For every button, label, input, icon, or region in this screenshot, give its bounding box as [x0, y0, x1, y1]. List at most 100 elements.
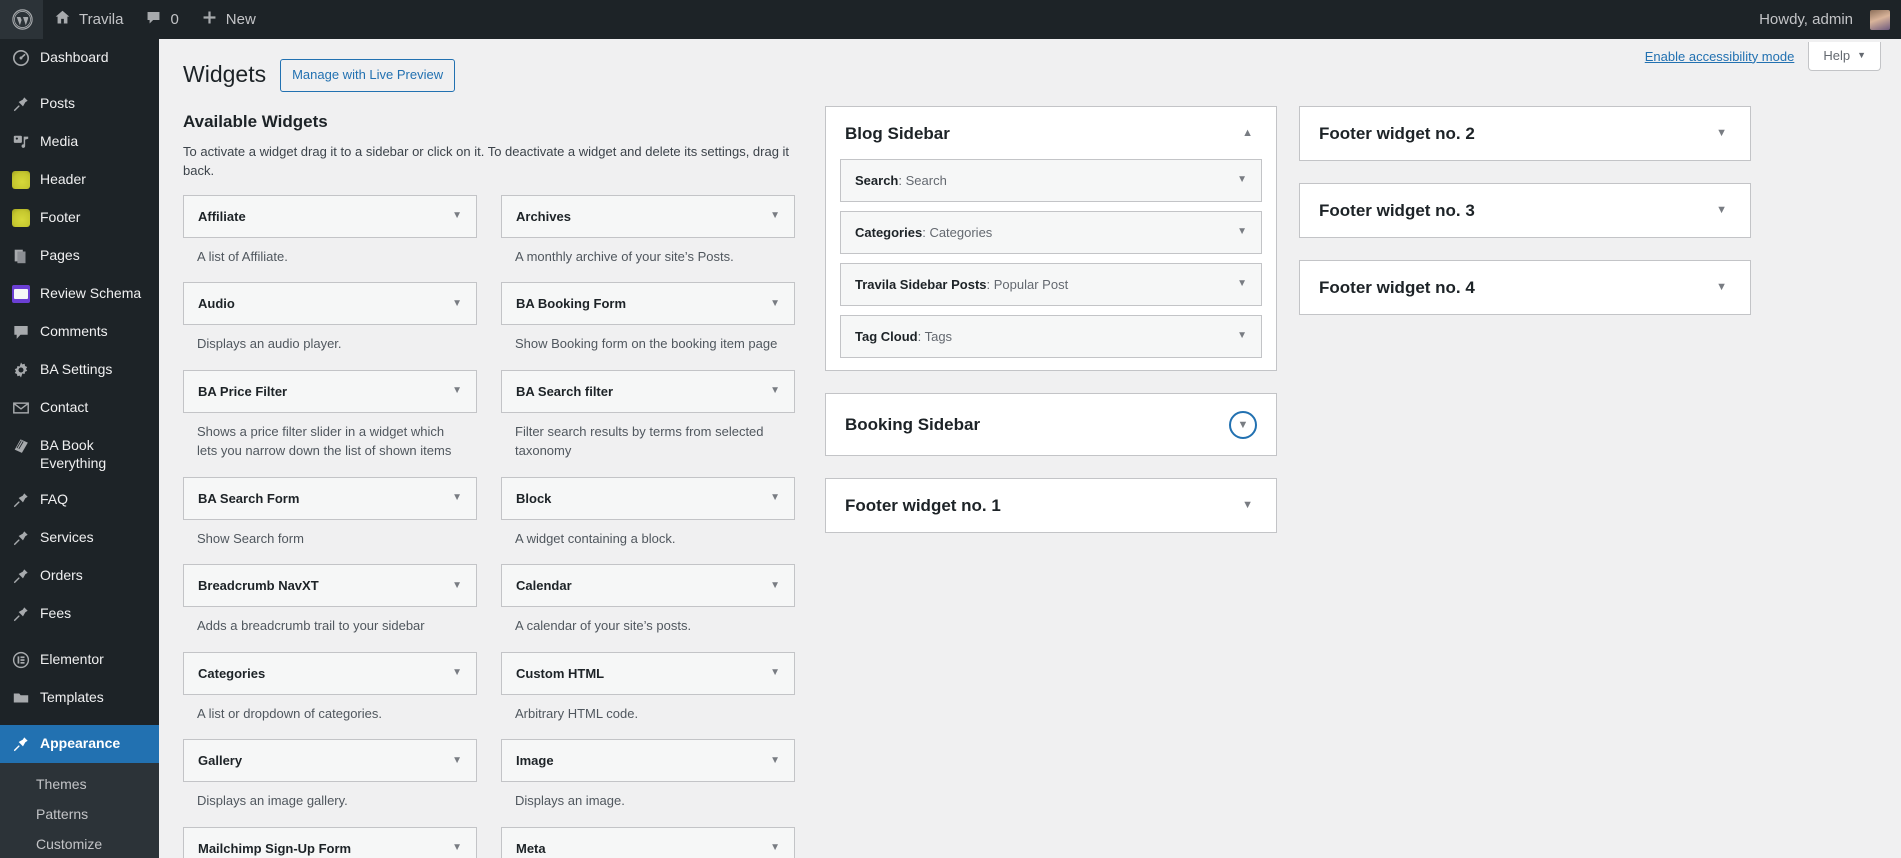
sidebar-panel-header[interactable]: Footer widget no. 4 ▼	[1300, 261, 1750, 314]
sidebar-item-posts[interactable]: Posts	[0, 85, 159, 123]
assigned-widget-search[interactable]: Search: Search ▼	[840, 159, 1262, 202]
sidebar-item-footer[interactable]: Footer	[0, 199, 159, 237]
sidebars-column-1: Blog Sidebar ▲ Search: Search ▼ Categori…	[825, 106, 1277, 858]
chevron-down-icon[interactable]: ▼	[770, 386, 780, 396]
chevron-down-icon[interactable]: ▼	[770, 211, 780, 221]
sidebar-item-ba-settings[interactable]: BA Settings	[0, 351, 159, 389]
sidebar-item-header[interactable]: Header	[0, 161, 159, 199]
assigned-widget-label: Search: Search	[855, 173, 947, 188]
sidebar-item-review-schema[interactable]: Review Schema	[0, 275, 159, 313]
available-widgets-grid: Affiliate ▼ A list of Affiliate. Archive…	[183, 195, 795, 858]
sidebar-item-services[interactable]: Services	[0, 519, 159, 557]
chevron-down-icon[interactable]: ▼	[452, 668, 462, 678]
sidebar-panel-header[interactable]: Footer widget no. 2 ▼	[1300, 107, 1750, 160]
widget-header[interactable]: BA Search Form ▼	[183, 477, 477, 520]
comment-bubble-icon	[145, 9, 162, 30]
chevron-down-icon[interactable]: ▼	[452, 211, 462, 221]
sidebar-item-dashboard[interactable]: Dashboard	[0, 39, 159, 77]
widget-header[interactable]: Archives ▼	[501, 195, 795, 238]
site-name-menu[interactable]: Travila	[43, 0, 134, 39]
chevron-down-icon[interactable]: ▼	[452, 299, 462, 309]
chevron-up-icon[interactable]: ▲	[1242, 128, 1257, 139]
widget-header[interactable]: Mailchimp Sign-Up Form ▼	[183, 827, 477, 858]
my-account-menu[interactable]: Howdy, admin	[1748, 0, 1901, 39]
palm-tree-icon	[11, 170, 31, 190]
comments-menu[interactable]: 0	[134, 0, 189, 39]
widgets-page-wrap: Widgets Manage with Live Preview Availab…	[159, 39, 1901, 858]
sidebar-item-comments[interactable]: Comments	[0, 313, 159, 351]
manage-with-live-preview-button[interactable]: Manage with Live Preview	[280, 59, 455, 92]
widget-header[interactable]: Categories ▼	[183, 652, 477, 695]
widget-title: BA Search Form	[198, 491, 299, 506]
submenu-item-themes[interactable]: Themes	[0, 769, 159, 799]
wordpress-logo-icon[interactable]	[0, 0, 43, 39]
sidebar-item-elementor[interactable]: Elementor	[0, 641, 159, 679]
chevron-down-icon[interactable]: ▼	[1716, 128, 1731, 139]
avatar	[1870, 10, 1890, 30]
sidebar-item-orders[interactable]: Orders	[0, 557, 159, 595]
sidebar-panel-header[interactable]: Booking Sidebar ▼	[826, 394, 1276, 455]
chevron-down-icon[interactable]: ▼	[770, 668, 780, 678]
widget-header[interactable]: Gallery ▼	[183, 739, 477, 782]
widget-header[interactable]: Affiliate ▼	[183, 195, 477, 238]
widget-title: BA Booking Form	[516, 296, 626, 311]
widget-header[interactable]: Custom HTML ▼	[501, 652, 795, 695]
chevron-down-icon[interactable]: ▼	[452, 756, 462, 766]
chevron-down-icon[interactable]: ▼	[1237, 331, 1247, 341]
sidebar-item-templates[interactable]: Templates	[0, 679, 159, 717]
assigned-widget-travila-sidebar-posts[interactable]: Travila Sidebar Posts: Popular Post ▼	[840, 263, 1262, 306]
widget-header[interactable]: Calendar ▼	[501, 564, 795, 607]
chevron-down-icon[interactable]: ▼	[1716, 282, 1731, 293]
sidebar-item-contact[interactable]: Contact	[0, 389, 159, 427]
sidebar-item-pages[interactable]: Pages	[0, 237, 159, 275]
widget-title: Gallery	[198, 753, 242, 768]
sidebar-item-appearance[interactable]: Appearance	[0, 725, 159, 763]
sidebar-panel-header[interactable]: Blog Sidebar ▲	[826, 107, 1276, 159]
submenu-item-customize[interactable]: Customize	[0, 829, 159, 858]
widget-title: Breadcrumb NavXT	[198, 578, 319, 593]
widget-header[interactable]: Breadcrumb NavXT ▼	[183, 564, 477, 607]
sidebar-item-faq[interactable]: FAQ	[0, 481, 159, 519]
chevron-down-icon[interactable]: ▼	[452, 386, 462, 396]
enable-accessibility-mode-link[interactable]: Enable accessibility mode	[1645, 49, 1809, 64]
chevron-down-icon[interactable]: ▼	[452, 493, 462, 503]
chevron-down-icon[interactable]: ▼	[770, 756, 780, 766]
assigned-widget-categories[interactable]: Categories: Categories ▼	[840, 211, 1262, 254]
assigned-widget-type: Search	[855, 173, 898, 188]
chevron-down-icon[interactable]: ▼	[770, 843, 780, 853]
chevron-down-icon[interactable]: ▼	[1237, 279, 1247, 289]
widget-header[interactable]: BA Price Filter ▼	[183, 370, 477, 413]
chevron-down-icon[interactable]: ▼	[1237, 175, 1247, 185]
widget-header[interactable]: BA Search filter ▼	[501, 370, 795, 413]
sidebar-panel-title: Footer widget no. 2	[1319, 124, 1475, 144]
widget-header[interactable]: Block ▼	[501, 477, 795, 520]
widget-header[interactable]: BA Booking Form ▼	[501, 282, 795, 325]
widget-header[interactable]: Meta ▼	[501, 827, 795, 858]
sidebar-panel-header[interactable]: Footer widget no. 1 ▼	[826, 479, 1276, 532]
assigned-widget-tag-cloud[interactable]: Tag Cloud: Tags ▼	[840, 315, 1262, 358]
sidebar-item-media[interactable]: Media	[0, 123, 159, 161]
chevron-down-icon[interactable]: ▼	[452, 843, 462, 853]
chevron-down-icon[interactable]: ▼	[770, 299, 780, 309]
sidebar-panel-header[interactable]: Footer widget no. 3 ▼	[1300, 184, 1750, 237]
new-content-menu[interactable]: New	[190, 0, 267, 39]
submenu-item-patterns[interactable]: Patterns	[0, 799, 159, 829]
sidebar-item-fees[interactable]: Fees	[0, 595, 159, 633]
chevron-down-icon[interactable]: ▼	[452, 581, 462, 591]
help-tab-button[interactable]: Help ▼	[1808, 42, 1881, 71]
chevron-down-icon[interactable]: ▼	[1716, 205, 1731, 216]
widget-description: Arbitrary HTML code.	[501, 695, 795, 734]
chevron-down-icon[interactable]: ▼	[1229, 411, 1257, 439]
chevron-down-icon[interactable]: ▼	[770, 581, 780, 591]
pin-icon	[11, 490, 31, 510]
chevron-down-icon[interactable]: ▼	[1242, 500, 1257, 511]
chevron-down-icon[interactable]: ▼	[1237, 227, 1247, 237]
widget-header[interactable]: Image ▼	[501, 739, 795, 782]
chevron-down-icon[interactable]: ▼	[770, 493, 780, 503]
paintbrush-icon	[11, 734, 31, 754]
widget-header[interactable]: Audio ▼	[183, 282, 477, 325]
widget-description: Displays an audio player.	[183, 325, 477, 364]
sidebar-item-label: Elementor	[40, 650, 104, 668]
sidebar-item-ba-book-everything[interactable]: BA Book Everything	[0, 427, 159, 481]
assigned-widget-label: Categories: Categories	[855, 225, 992, 240]
